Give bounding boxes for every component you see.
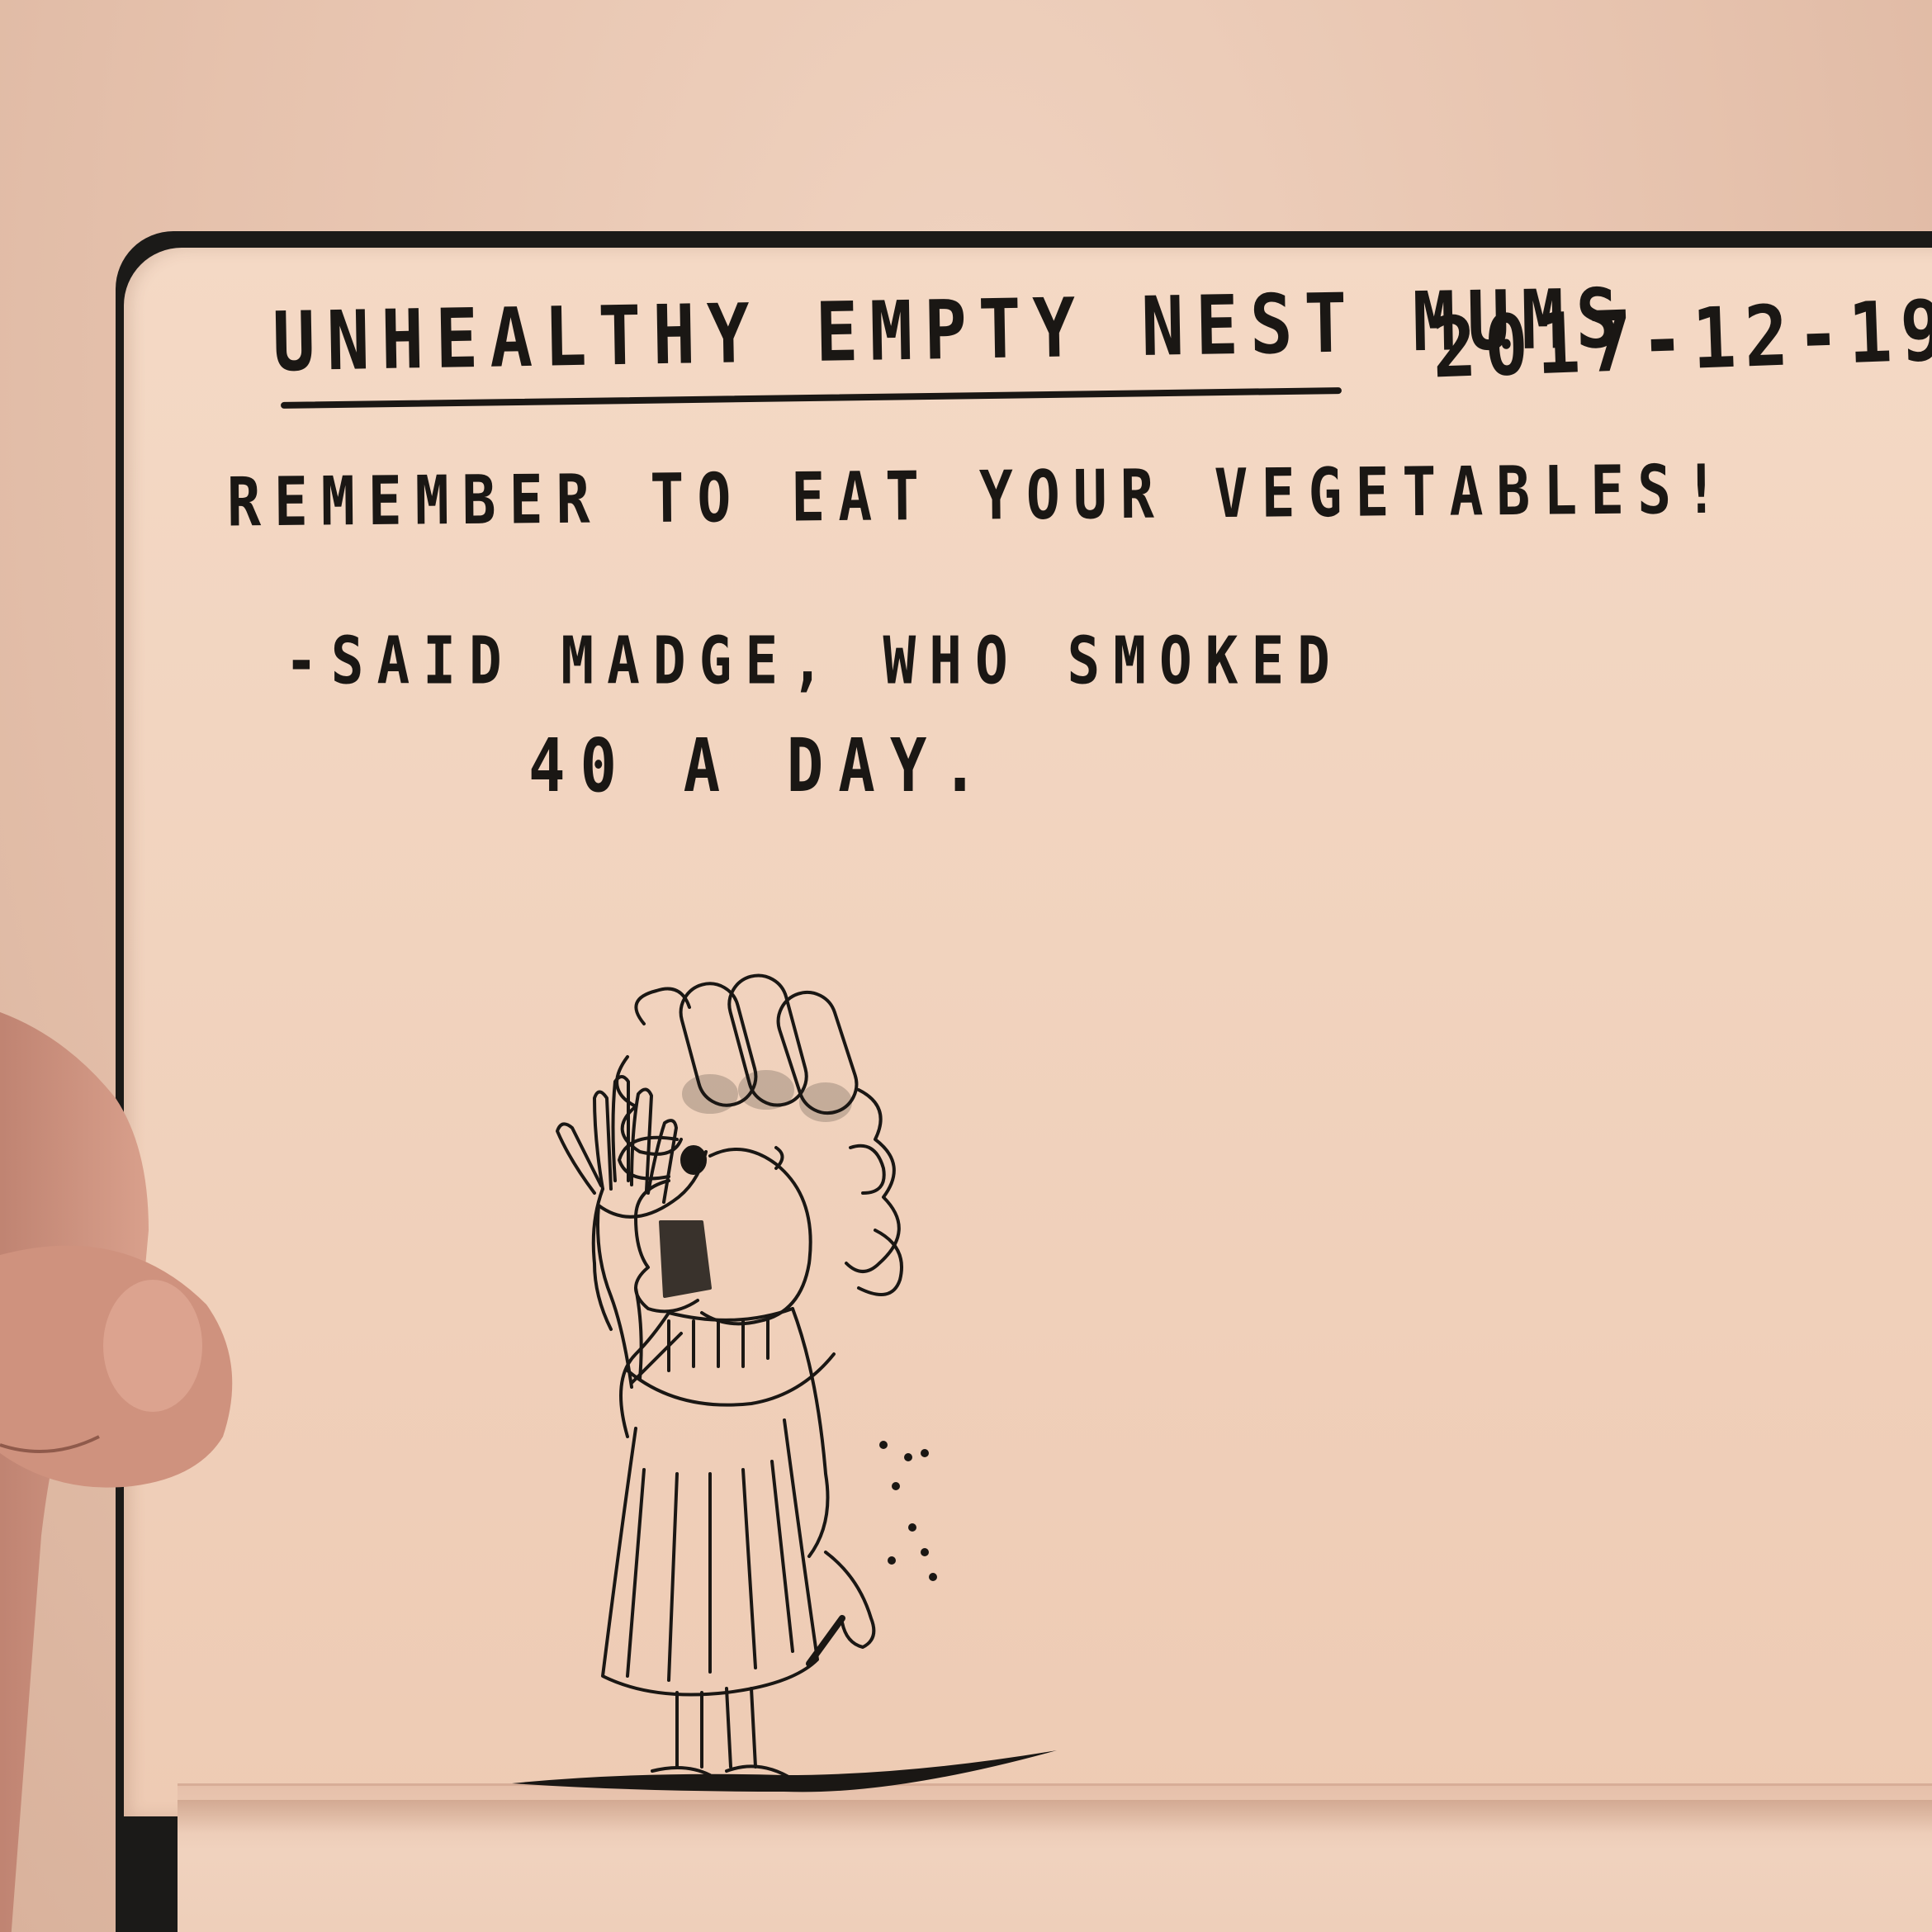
photo-scene: UNHEALTHY EMPTY NEST MUMS 2017-12-19 REM… [0,0,1932,1932]
page-fold-shadow [178,1800,1932,1833]
attribution-line-2: 40 A DAY. [528,723,993,809]
thumb-hand-icon [0,1011,233,1932]
woman-sketch-icon [512,973,1057,1792]
page-date: 2017-12-19 [1430,281,1932,397]
attribution-line: -SAID MADGE, WHO SMOKED [285,623,1343,699]
quote-line: REMEMBER TO EAT YOUR VEGETABLES! [226,451,1732,542]
